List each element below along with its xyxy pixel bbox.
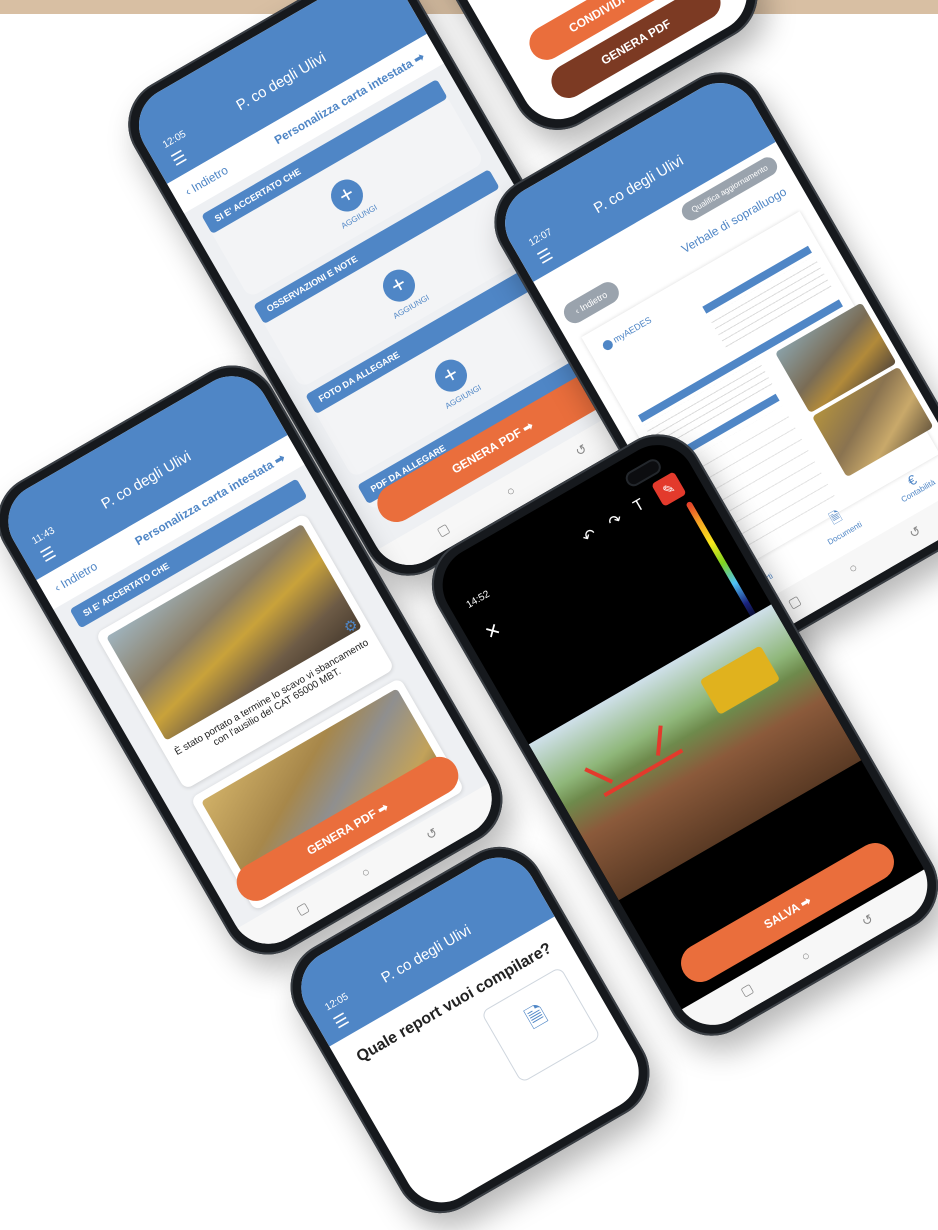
- menu-icon[interactable]: ☰: [38, 544, 59, 566]
- home-icon[interactable]: ○: [846, 559, 860, 576]
- red-annotation: [584, 767, 614, 784]
- back-nav-icon[interactable]: ↺: [859, 911, 876, 930]
- undo-icon[interactable]: ↶: [579, 524, 601, 548]
- site-photo[interactable]: [528, 604, 862, 901]
- brand-logo: myAEDES: [600, 314, 654, 352]
- back-nav-icon[interactable]: ↺: [423, 825, 440, 844]
- recents-icon[interactable]: ▢: [434, 520, 453, 540]
- home-icon[interactable]: ○: [503, 482, 517, 499]
- recents-icon[interactable]: ▢: [738, 980, 757, 1000]
- back-label: Indietro: [578, 289, 610, 314]
- clock: 14:52: [464, 588, 492, 611]
- pen-tool-icon[interactable]: ✎: [651, 471, 687, 507]
- red-annotation: [603, 748, 684, 798]
- back-nav-icon[interactable]: ↺: [573, 441, 590, 460]
- red-annotation: [656, 725, 663, 756]
- home-icon[interactable]: ○: [798, 947, 812, 964]
- menu-icon[interactable]: ☰: [331, 1011, 352, 1033]
- menu-icon[interactable]: ☰: [535, 246, 556, 268]
- excavator-shape: [699, 645, 781, 715]
- menu-icon[interactable]: ☰: [169, 148, 190, 170]
- home-icon[interactable]: ○: [358, 864, 372, 881]
- back-nav-icon[interactable]: ↺: [906, 523, 923, 542]
- logo-icon: [600, 337, 615, 352]
- back-label: Indietro: [58, 559, 100, 592]
- recents-icon[interactable]: ▢: [785, 592, 804, 612]
- brand-name: myAEDES: [611, 314, 654, 345]
- back-label: Indietro: [188, 162, 231, 196]
- document-icon: 🗎: [521, 1000, 552, 1035]
- recents-icon[interactable]: ▢: [293, 899, 312, 919]
- text-tool-icon[interactable]: T: [631, 496, 648, 516]
- redo-icon[interactable]: ↷: [605, 509, 627, 533]
- close-icon[interactable]: ✕: [481, 619, 505, 645]
